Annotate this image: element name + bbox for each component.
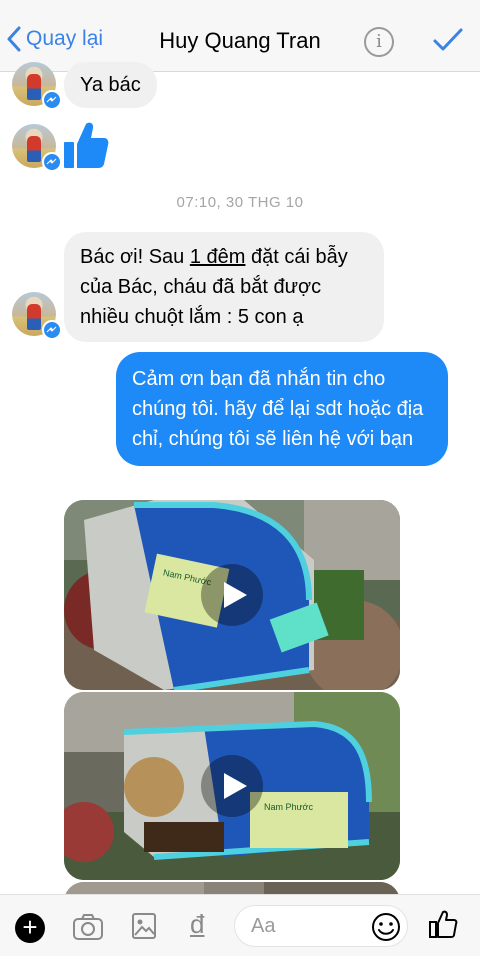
emoji-icon[interactable] [371,912,401,947]
play-button[interactable] [201,755,263,817]
contact-name: Huy Quang Tran [159,28,321,53]
dong-icon[interactable]: đ [190,909,204,940]
message-text: Ya bác [80,74,141,96]
message-text-part: Bác ơi! Sau [80,246,190,268]
outgoing-message[interactable]: Cảm ơn bạn đã nhắn tin cho chúng tôi. hã… [116,352,448,466]
play-icon [224,582,247,608]
timestamp: 07:10, 30 THG 10 [176,194,304,211]
chat-header: Quay lại Huy Quang Tran i [0,0,480,72]
play-icon [224,773,247,799]
message-input-field[interactable] [234,905,408,947]
play-button[interactable] [201,564,263,626]
avatar[interactable] [12,292,62,340]
avatar[interactable] [12,62,62,110]
messenger-badge-icon [42,90,62,110]
avatar[interactable] [12,124,62,172]
video-attachment[interactable]: Nam Phước [64,500,400,690]
thumbs-up-icon[interactable] [428,909,458,944]
info-icon[interactable]: i [364,27,394,57]
plus-icon[interactable]: + [15,913,45,943]
video-attachment[interactable]: Nam Phước [64,692,400,880]
message-text: Cảm ơn bạn đã nhắn tin cho chúng tôi. hã… [132,368,424,450]
message-composer: + đ [0,894,480,956]
incoming-message[interactable]: Ya bác [64,62,157,108]
image-icon[interactable] [131,912,157,945]
checkmark-icon[interactable] [432,26,464,59]
trap-brand-text: Nam Phước [264,802,313,812]
incoming-message[interactable]: Bác ơi! Sau 1 đêm đặt cái bẫy của Bác, c… [64,232,384,342]
message-text-underlined: 1 đêm [189,246,246,268]
messenger-badge-icon [42,320,62,340]
thumbs-up-icon[interactable] [62,120,110,175]
messenger-badge-icon [42,152,62,172]
camera-icon[interactable] [72,913,104,946]
message-input[interactable] [251,912,361,940]
